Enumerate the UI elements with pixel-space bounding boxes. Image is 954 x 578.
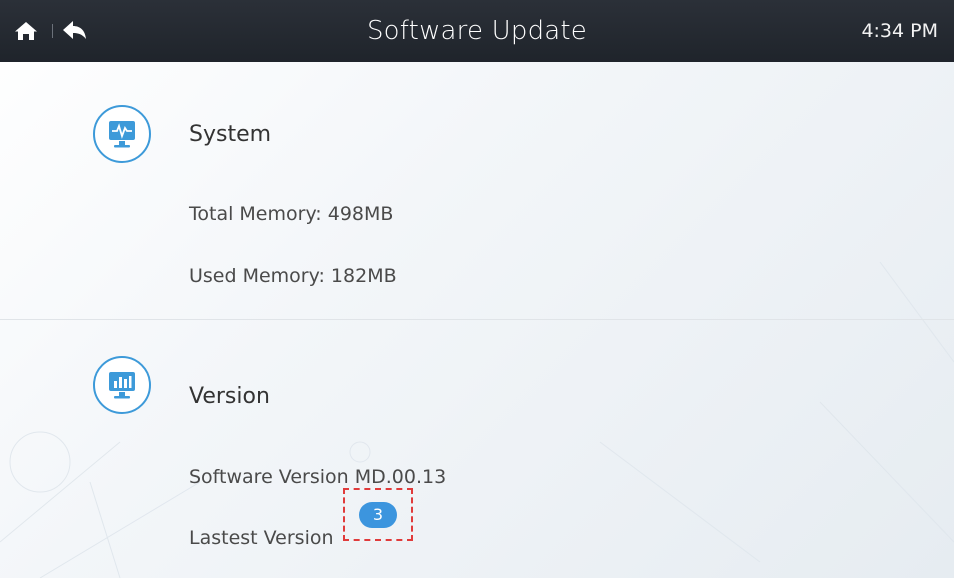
software-version-text: Software Version MD.00.13 (189, 466, 447, 488)
latest-version-label: Lastest Version (189, 527, 334, 549)
section-divider (0, 319, 954, 320)
system-icon-badge (93, 105, 151, 163)
monitor-chart-icon (109, 372, 135, 399)
page-title: Software Update (366, 16, 588, 46)
total-memory-text: Total Memory: 498MB (189, 203, 394, 225)
update-count-badge[interactable]: 3 (359, 502, 397, 528)
used-memory-text: Used Memory: 182MB (189, 265, 397, 287)
nav-separator (52, 24, 53, 38)
top-bar: Software Update 4:34 PM (0, 0, 954, 62)
clock: 4:34 PM (861, 20, 938, 42)
home-icon (15, 22, 37, 40)
version-title: Version (189, 384, 270, 409)
back-arrow-icon (63, 21, 86, 39)
back-button[interactable] (60, 17, 88, 45)
version-icon-badge (93, 356, 151, 414)
home-button[interactable] (12, 17, 40, 45)
system-title: System (189, 122, 272, 147)
monitor-pulse-icon (109, 121, 135, 148)
